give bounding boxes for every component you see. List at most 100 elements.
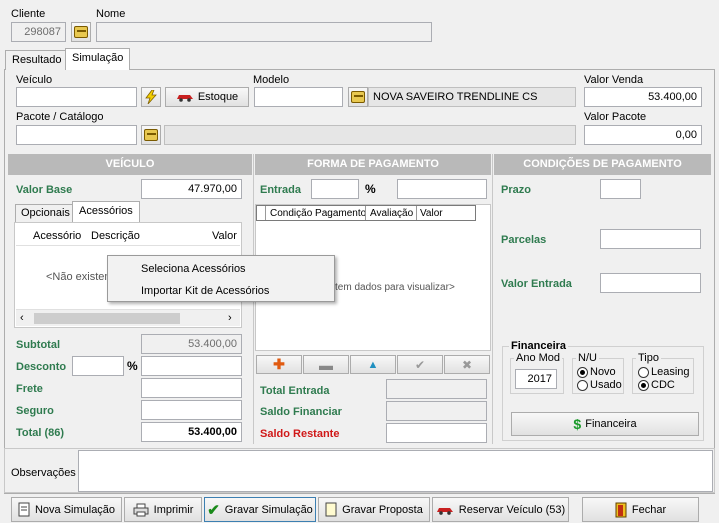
fechar-button[interactable]: Fechar — [582, 497, 699, 522]
modelo-search-button[interactable] — [348, 87, 368, 107]
divider — [365, 206, 366, 220]
pointing-hand-icon — [74, 26, 88, 38]
pacote-label: Pacote / Catálogo — [16, 111, 104, 123]
minus-icon: ▬ — [319, 356, 333, 373]
entrada-value-input[interactable] — [397, 179, 487, 199]
financeira-button-label: Financeira — [585, 418, 637, 430]
tab-resultado[interactable]: Resultado — [5, 50, 69, 70]
col-valor: Valor — [212, 230, 237, 242]
menu-item-importar-kit[interactable]: Importar Kit de Acessórios — [108, 280, 334, 302]
add-row-button[interactable]: ✚ — [256, 355, 302, 374]
col-descricao: Descrição — [91, 230, 140, 242]
observacoes-label: Observações — [11, 467, 76, 479]
pacote-search-button[interactable] — [141, 125, 161, 145]
cliente-code-input[interactable]: 298087 — [11, 22, 66, 42]
confirm-row-button[interactable]: ✔ — [397, 355, 443, 374]
cliente-search-button[interactable] — [71, 22, 91, 42]
cancel-row-button[interactable]: ✖ — [444, 355, 490, 374]
nova-simulacao-button[interactable]: Nova Simulação — [11, 497, 122, 522]
car-icon — [436, 507, 453, 515]
context-menu: Seleciona Acessórios Importar Kit de Ace… — [107, 255, 335, 302]
remove-row-button[interactable]: ▬ — [303, 355, 349, 374]
gravar-proposta-button[interactable]: Gravar Proposta — [318, 497, 430, 522]
valor-base-input[interactable]: 47.970,00 — [141, 179, 242, 199]
scrollbar-thumb[interactable] — [34, 313, 180, 324]
imprimir-button[interactable]: Imprimir — [124, 497, 202, 522]
radio-selected-icon[interactable] — [577, 366, 588, 378]
desconto-label: Desconto — [16, 361, 67, 373]
document-icon — [325, 502, 337, 517]
estoque-button[interactable]: Estoque — [165, 87, 249, 107]
subtab-opcionais[interactable]: Opcionais — [15, 204, 76, 223]
saldo-restante-label: Saldo Restante — [260, 428, 340, 440]
parcelas-input[interactable] — [600, 229, 701, 249]
usado-radio[interactable]: Usado — [577, 379, 622, 391]
move-up-button[interactable]: ▲ — [350, 355, 396, 374]
veiculo-label: Veículo — [16, 74, 53, 86]
plus-icon: ✚ — [273, 356, 285, 372]
leasing-radio[interactable]: Leasing — [638, 366, 690, 378]
cdc-radio[interactable]: CDC — [638, 379, 675, 391]
parcelas-label: Parcelas — [501, 234, 547, 246]
modelo-code-input[interactable] — [254, 87, 343, 107]
divider — [416, 206, 417, 220]
col-acessorio: Acessório — [33, 230, 82, 242]
pagamento-section-title: FORMA DE PAGAMENTO — [255, 154, 491, 175]
horizontal-scrollbar[interactable]: ‹ › — [16, 309, 240, 326]
new-document-icon — [18, 502, 30, 517]
total-label: Total (86) — [16, 427, 65, 439]
ano-mod-label: Ano Mod — [514, 352, 563, 364]
valor-base-label: Valor Base — [16, 184, 73, 196]
ano-mod-input[interactable]: 2017 — [515, 369, 557, 389]
nome-input[interactable] — [96, 22, 432, 42]
printer-icon — [133, 503, 149, 516]
veiculo-input[interactable] — [16, 87, 137, 107]
reservar-veiculo-label: Reservar Veículo (53) — [458, 503, 566, 516]
gravar-simulacao-button[interactable]: ✔ Gravar Simulação — [204, 497, 316, 522]
desconto-percent-input[interactable] — [72, 356, 124, 376]
seguro-label: Seguro — [16, 405, 54, 417]
fechar-label: Fechar — [631, 503, 667, 516]
pacote-input[interactable] — [16, 125, 137, 145]
desconto-value-input[interactable] — [141, 356, 242, 376]
close-icon: ✖ — [461, 357, 473, 372]
veiculo-lightning-button[interactable] — [141, 87, 161, 107]
reservar-veiculo-button[interactable]: Reservar Veículo (53) — [432, 497, 569, 522]
triangle-up-icon: ▲ — [367, 358, 379, 371]
seguro-input[interactable] — [141, 400, 242, 420]
entrada-label: Entrada — [260, 184, 301, 196]
nova-simulacao-label: Nova Simulação — [34, 503, 116, 516]
entrada-percent-input[interactable] — [311, 179, 359, 199]
radio-icon[interactable] — [638, 366, 649, 378]
menu-item-seleciona-acessorios[interactable]: Seleciona Acessórios — [108, 258, 334, 280]
pointing-hand-icon — [351, 91, 365, 103]
percent-symbol: % — [365, 182, 376, 196]
gravar-proposta-label: Gravar Proposta — [342, 503, 423, 516]
saldo-restante-value — [386, 423, 487, 443]
veiculo-section-title: VEÍCULO — [8, 154, 252, 175]
financeira-button[interactable]: $ Financeira — [511, 412, 699, 436]
valor-entrada-label: Valor Entrada — [501, 278, 572, 290]
check-icon: ✔ — [207, 501, 220, 519]
scroll-right-icon[interactable]: › — [228, 312, 232, 324]
subtotal-value: 53.400,00 — [141, 334, 242, 354]
cdc-label: CDC — [651, 379, 675, 391]
valor-entrada-input[interactable] — [600, 273, 701, 293]
row-indicator — [257, 206, 266, 220]
saldo-financiar-label: Saldo Financiar — [260, 406, 342, 418]
dollar-icon: $ — [573, 416, 582, 432]
frete-input[interactable] — [141, 378, 242, 398]
scroll-left-icon[interactable]: ‹ — [20, 312, 24, 324]
novo-radio[interactable]: Novo — [577, 366, 616, 378]
observacoes-textarea[interactable] — [78, 450, 713, 492]
percent-symbol: % — [127, 359, 138, 373]
prazo-input[interactable] — [600, 179, 641, 199]
col-condicao-pagamento: Condição Pagamento — [270, 208, 367, 219]
valor-pacote-input[interactable]: 0,00 — [584, 125, 702, 145]
valor-venda-input[interactable]: 53.400,00 — [584, 87, 702, 107]
subtab-acessorios[interactable]: Acessórios — [72, 201, 140, 223]
estoque-label: Estoque — [197, 91, 239, 103]
radio-icon[interactable] — [577, 379, 588, 391]
radio-selected-icon[interactable] — [638, 379, 649, 391]
tab-simulacao[interactable]: Simulação — [65, 48, 131, 70]
